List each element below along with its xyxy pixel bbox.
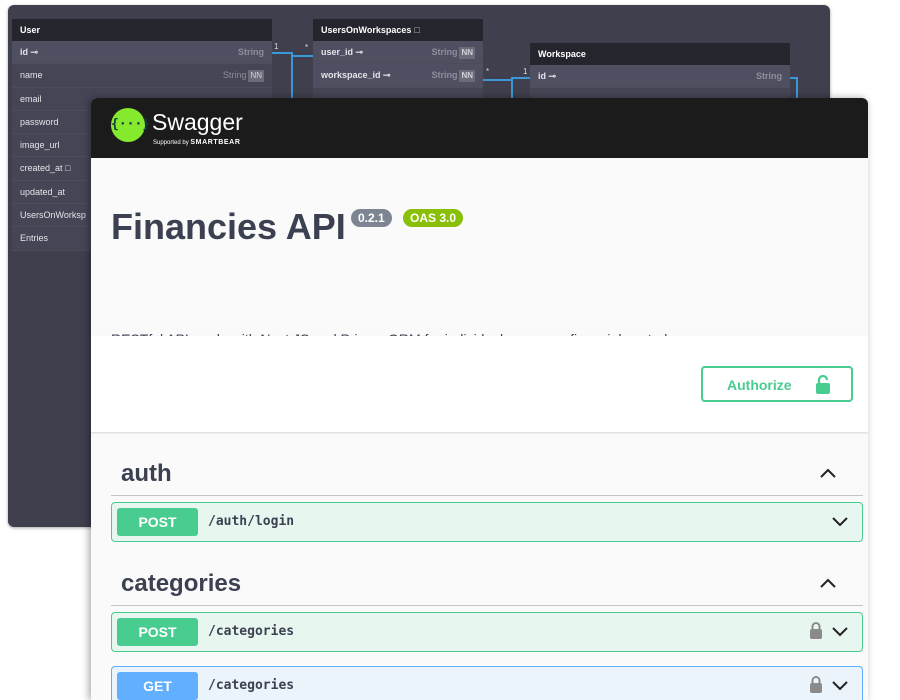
operation-post-categories[interactable]: POST /categories	[111, 612, 863, 652]
column-row: user_id ⊸ String NN	[313, 41, 483, 65]
tag-header[interactable]: auth	[111, 452, 863, 496]
column-name: id	[20, 47, 28, 57]
column-type: String NN	[222, 70, 264, 83]
column-name: email	[20, 93, 42, 104]
column-name: created_at	[20, 163, 63, 174]
lock-open-icon	[815, 374, 831, 398]
api-info: Financies API 0.2.1 OAS 3.0 RESTful API …	[91, 158, 868, 347]
operation-path: /categories	[208, 678, 295, 693]
tag-section-auth: auth POST /auth/login	[111, 452, 863, 542]
table-header: Workspace	[530, 43, 790, 65]
relation-line	[291, 55, 313, 57]
swagger-tagline: Supported by SMARTBEAR	[153, 139, 241, 146]
api-title: Financies API	[111, 206, 346, 247]
swagger-ui-panel: {···} Swagger Supported by SMARTBEAR Fin…	[91, 98, 868, 700]
column-type: String NN	[431, 47, 475, 59]
note-icon: □	[62, 163, 71, 174]
column-row: workspace_id ⊸ String NN	[313, 64, 483, 88]
relation-line	[291, 52, 293, 104]
key-icon: ⊸	[353, 47, 364, 57]
column-name: user_id	[321, 47, 354, 57]
not-null-badge: NN	[459, 47, 475, 59]
not-null-badge: NN	[248, 70, 264, 83]
chevron-down-icon[interactable]	[831, 625, 849, 643]
method-badge: GET	[117, 672, 198, 700]
key-icon: ⊸	[546, 71, 557, 81]
operation-path: /categories	[208, 624, 295, 639]
note-icon: □	[414, 25, 420, 35]
operation-path: /auth/login	[208, 514, 295, 529]
operation-post-auth-login[interactable]: POST /auth/login	[111, 502, 863, 542]
method-badge: POST	[117, 508, 198, 536]
swagger-logo-icon: {···}	[111, 108, 150, 142]
column-type: String NN	[431, 70, 475, 83]
relation-line	[511, 77, 530, 79]
column-name: Entries	[20, 233, 49, 244]
column-type: String	[756, 71, 782, 81]
column-name: password	[20, 116, 59, 127]
table-header: User	[12, 19, 272, 41]
column-name: image_url	[20, 140, 60, 151]
column-name: name	[20, 70, 43, 81]
method-badge: POST	[117, 618, 198, 646]
column-name: id	[538, 71, 546, 81]
chevron-up-icon[interactable]	[819, 466, 837, 484]
chevron-up-icon[interactable]	[819, 576, 837, 594]
relation-line	[483, 79, 513, 81]
table-name: Workspace	[538, 49, 586, 59]
operation-get-categories[interactable]: GET /categories	[111, 666, 863, 700]
column-row: id ⊸ String	[530, 65, 790, 89]
key-icon: ⊸	[380, 70, 391, 81]
column-name: UsersOnWorksp	[20, 210, 86, 221]
column-name: workspace_id	[321, 70, 381, 81]
column-row: name String NN	[12, 64, 272, 88]
column-row: id ⊸ String	[12, 41, 272, 65]
tag-name: auth	[121, 460, 172, 487]
lock-icon[interactable]	[809, 676, 823, 699]
version-badge: 0.2.1	[351, 209, 392, 227]
cardinality-label: 1	[523, 67, 528, 76]
chevron-down-icon[interactable]	[831, 679, 849, 697]
tag-section-categories: categories POST /categories GET /categor…	[111, 562, 863, 700]
swagger-topbar: {···} Swagger Supported by SMARTBEAR	[91, 98, 868, 158]
swagger-wordmark: Swagger	[152, 109, 243, 135]
cardinality-label: *	[305, 43, 309, 52]
scheme-container: Authorize	[91, 336, 868, 432]
lock-icon[interactable]	[809, 622, 823, 645]
tag-header[interactable]: categories	[111, 562, 863, 606]
cardinality-label: *	[486, 67, 490, 76]
table-name: UsersOnWorkspaces	[321, 25, 412, 35]
column-type: String	[238, 47, 264, 57]
chevron-down-icon[interactable]	[831, 515, 849, 533]
column-name: updated_at	[20, 186, 66, 197]
key-icon: ⊸	[28, 47, 39, 57]
tag-name: categories	[121, 570, 242, 597]
not-null-badge: NN	[459, 70, 475, 83]
table-header: UsersOnWorkspaces □	[313, 19, 483, 41]
authorize-label: Authorize	[727, 377, 792, 393]
oas-badge: OAS 3.0	[403, 209, 464, 227]
table-name: User	[20, 25, 41, 35]
relation-line	[272, 52, 292, 54]
authorize-button[interactable]: Authorize	[701, 366, 853, 402]
cardinality-label: 1	[274, 42, 279, 51]
